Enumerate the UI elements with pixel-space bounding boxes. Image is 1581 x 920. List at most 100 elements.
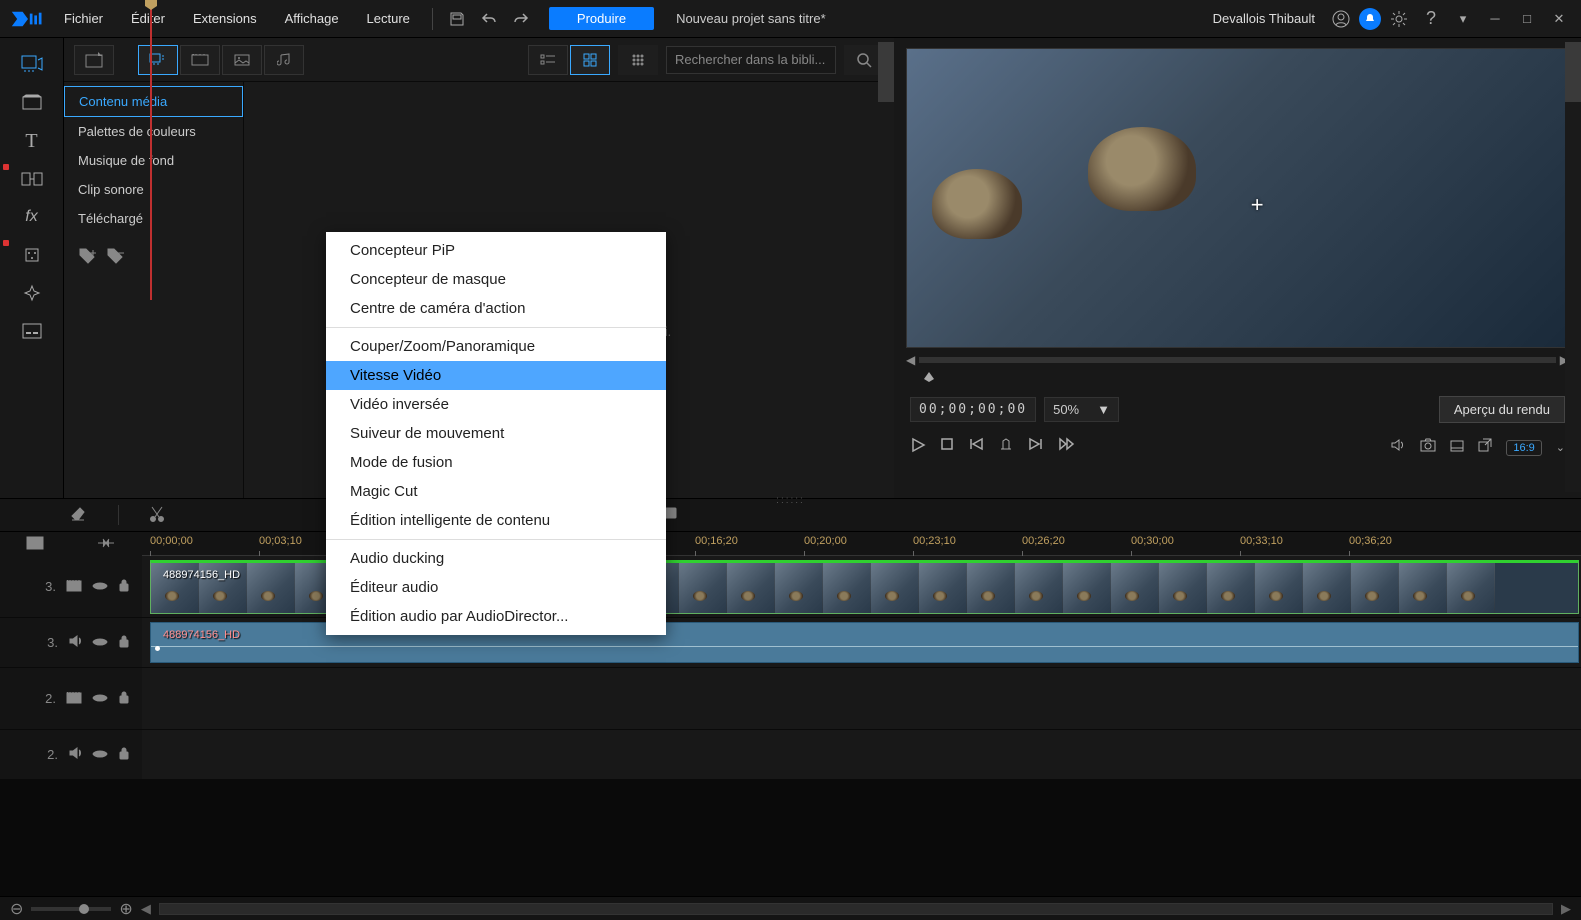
in-marker-icon[interactable] xyxy=(924,372,934,382)
track-visibility-icon[interactable] xyxy=(92,579,108,595)
render-preview-button[interactable]: Aperçu du rendu xyxy=(1439,396,1565,423)
menu-file[interactable]: Fichier xyxy=(52,7,115,30)
category-media-content[interactable]: Contenu média xyxy=(64,86,243,117)
view-grid-icon[interactable] xyxy=(570,45,610,75)
category-sound-clip[interactable]: Clip sonore xyxy=(64,175,243,204)
tag-remove-icon[interactable] xyxy=(106,247,126,270)
rail-particle-icon[interactable] xyxy=(11,276,53,310)
redo-icon[interactable] xyxy=(507,6,535,32)
minimize-icon[interactable]: ─ xyxy=(1481,6,1509,32)
track-lock-icon[interactable] xyxy=(118,634,130,651)
cm-mask-designer[interactable]: Concepteur de masque xyxy=(326,265,666,294)
track-lock-icon[interactable] xyxy=(118,690,130,707)
clip-marker-icon[interactable] xyxy=(998,437,1014,458)
preview-viewport[interactable]: + xyxy=(906,48,1569,348)
track-number: 2. xyxy=(36,691,56,706)
chevron-down-icon[interactable]: ▾ xyxy=(1449,6,1477,32)
scrub-track[interactable] xyxy=(919,357,1556,363)
rail-transition-icon[interactable] xyxy=(11,162,53,196)
cm-audio-editor[interactable]: Éditeur audio xyxy=(326,573,666,602)
notification-icon[interactable] xyxy=(1359,8,1381,30)
eraser-icon[interactable] xyxy=(70,506,88,525)
menu-edit[interactable]: Éditer xyxy=(119,7,177,30)
filter-image-icon[interactable] xyxy=(222,45,262,75)
cut-icon[interactable] xyxy=(149,505,165,526)
rail-title-icon[interactable]: T xyxy=(11,124,53,158)
filter-audio-icon[interactable] xyxy=(264,45,304,75)
cm-blend-mode[interactable]: Mode de fusion xyxy=(326,448,666,477)
cm-video-reverse[interactable]: Vidéo inversée xyxy=(326,390,666,419)
stop-icon[interactable] xyxy=(940,437,954,458)
menu-extensions[interactable]: Extensions xyxy=(181,7,269,30)
timecode-display[interactable]: 00;00;00;00 xyxy=(910,397,1036,422)
zoom-in-icon[interactable]: ⊕ xyxy=(119,899,132,919)
category-color-palettes[interactable]: Palettes de couleurs xyxy=(64,117,243,146)
scrub-left-icon[interactable]: ◀ xyxy=(906,353,915,367)
search-input[interactable]: Rechercher dans la bibli... xyxy=(666,46,836,74)
scroll-right-icon[interactable]: ▶ xyxy=(1561,901,1571,917)
cm-audio-ducking[interactable]: Audio ducking xyxy=(326,544,666,573)
filter-video-icon[interactable] xyxy=(180,45,220,75)
track-visibility-icon[interactable] xyxy=(92,747,108,763)
ratio-chevron-icon[interactable]: ⌄ xyxy=(1556,441,1565,454)
category-background-music[interactable]: Musique de fond xyxy=(64,146,243,175)
user-icon[interactable] xyxy=(1327,6,1355,32)
undo-icon[interactable] xyxy=(475,6,503,32)
cm-motion-tracker[interactable]: Suiveur de mouvement xyxy=(326,419,666,448)
cm-video-speed[interactable]: Vitesse Vidéo xyxy=(326,361,666,390)
cm-audiodirector[interactable]: Édition audio par AudioDirector... xyxy=(326,602,666,631)
rail-rooms-icon[interactable] xyxy=(11,86,53,120)
scroll-left-icon[interactable]: ◀ xyxy=(141,901,151,917)
import-icon[interactable] xyxy=(74,45,114,75)
maximize-icon[interactable]: □ xyxy=(1513,6,1541,32)
view-options-icon[interactable] xyxy=(618,45,658,75)
panel-resize-grip[interactable]: :::::: xyxy=(776,495,805,506)
rail-fx-icon[interactable]: fx xyxy=(11,200,53,234)
fast-forward-icon[interactable] xyxy=(1058,437,1076,458)
produce-button[interactable]: Produire xyxy=(549,7,654,30)
timeline-magnet-icon[interactable] xyxy=(96,536,116,553)
help-icon[interactable]: ? xyxy=(1417,6,1445,32)
track-lock-icon[interactable] xyxy=(118,578,130,595)
track-content[interactable] xyxy=(142,668,1581,729)
view-list-icon[interactable] xyxy=(528,45,568,75)
preview-scrubber[interactable]: ◀ ▶ xyxy=(906,348,1569,372)
cm-crop-zoom-pan[interactable]: Couper/Zoom/Panoramique xyxy=(326,332,666,361)
cm-pip-designer[interactable]: Concepteur PiP xyxy=(326,236,666,265)
play-icon[interactable] xyxy=(910,437,926,458)
cm-action-camera[interactable]: Centre de caméra d'action xyxy=(326,294,666,323)
category-downloaded[interactable]: Téléchargé xyxy=(64,204,243,233)
rail-subtitle-icon[interactable] xyxy=(11,314,53,348)
track-content[interactable] xyxy=(142,730,1581,779)
dock-icon[interactable] xyxy=(1450,439,1464,457)
aspect-ratio-display[interactable]: 16:9 xyxy=(1506,440,1541,456)
cm-content-aware-edit[interactable]: Édition intelligente de contenu xyxy=(326,506,666,535)
track-visibility-icon[interactable] xyxy=(92,635,108,651)
media-vertical-scrollbar[interactable] xyxy=(878,42,894,492)
prev-frame-icon[interactable] xyxy=(968,437,984,458)
preview-content xyxy=(1088,127,1196,211)
snapshot-icon[interactable] xyxy=(1420,438,1436,457)
filter-all-icon[interactable] xyxy=(138,45,178,75)
zoom-out-icon[interactable]: ⊖ xyxy=(10,899,23,919)
rail-media-icon[interactable] xyxy=(11,48,53,82)
timeline-horizontal-scrollbar[interactable] xyxy=(159,903,1553,915)
menu-playback[interactable]: Lecture xyxy=(355,7,422,30)
preview-zoom-select[interactable]: 50%▼ xyxy=(1044,397,1119,422)
timeline-zoom-slider[interactable] xyxy=(31,907,111,911)
cm-magic-cut[interactable]: Magic Cut xyxy=(326,477,666,506)
close-icon[interactable]: ✕ xyxy=(1545,6,1573,32)
menu-view[interactable]: Affichage xyxy=(273,7,351,30)
tag-add-icon[interactable] xyxy=(78,247,98,270)
track-lock-icon[interactable] xyxy=(118,746,130,763)
track-visibility-icon[interactable] xyxy=(92,691,108,707)
popout-icon[interactable] xyxy=(1478,438,1492,457)
playhead[interactable] xyxy=(150,0,152,300)
preview-vertical-scrollbar[interactable] xyxy=(1565,42,1581,492)
next-frame-icon[interactable] xyxy=(1028,437,1044,458)
settings-icon[interactable] xyxy=(1385,6,1413,32)
save-icon[interactable] xyxy=(443,6,471,32)
volume-icon[interactable] xyxy=(1390,438,1406,457)
rail-overlay-icon[interactable] xyxy=(11,238,53,272)
timeline-view-icon[interactable] xyxy=(26,536,44,553)
